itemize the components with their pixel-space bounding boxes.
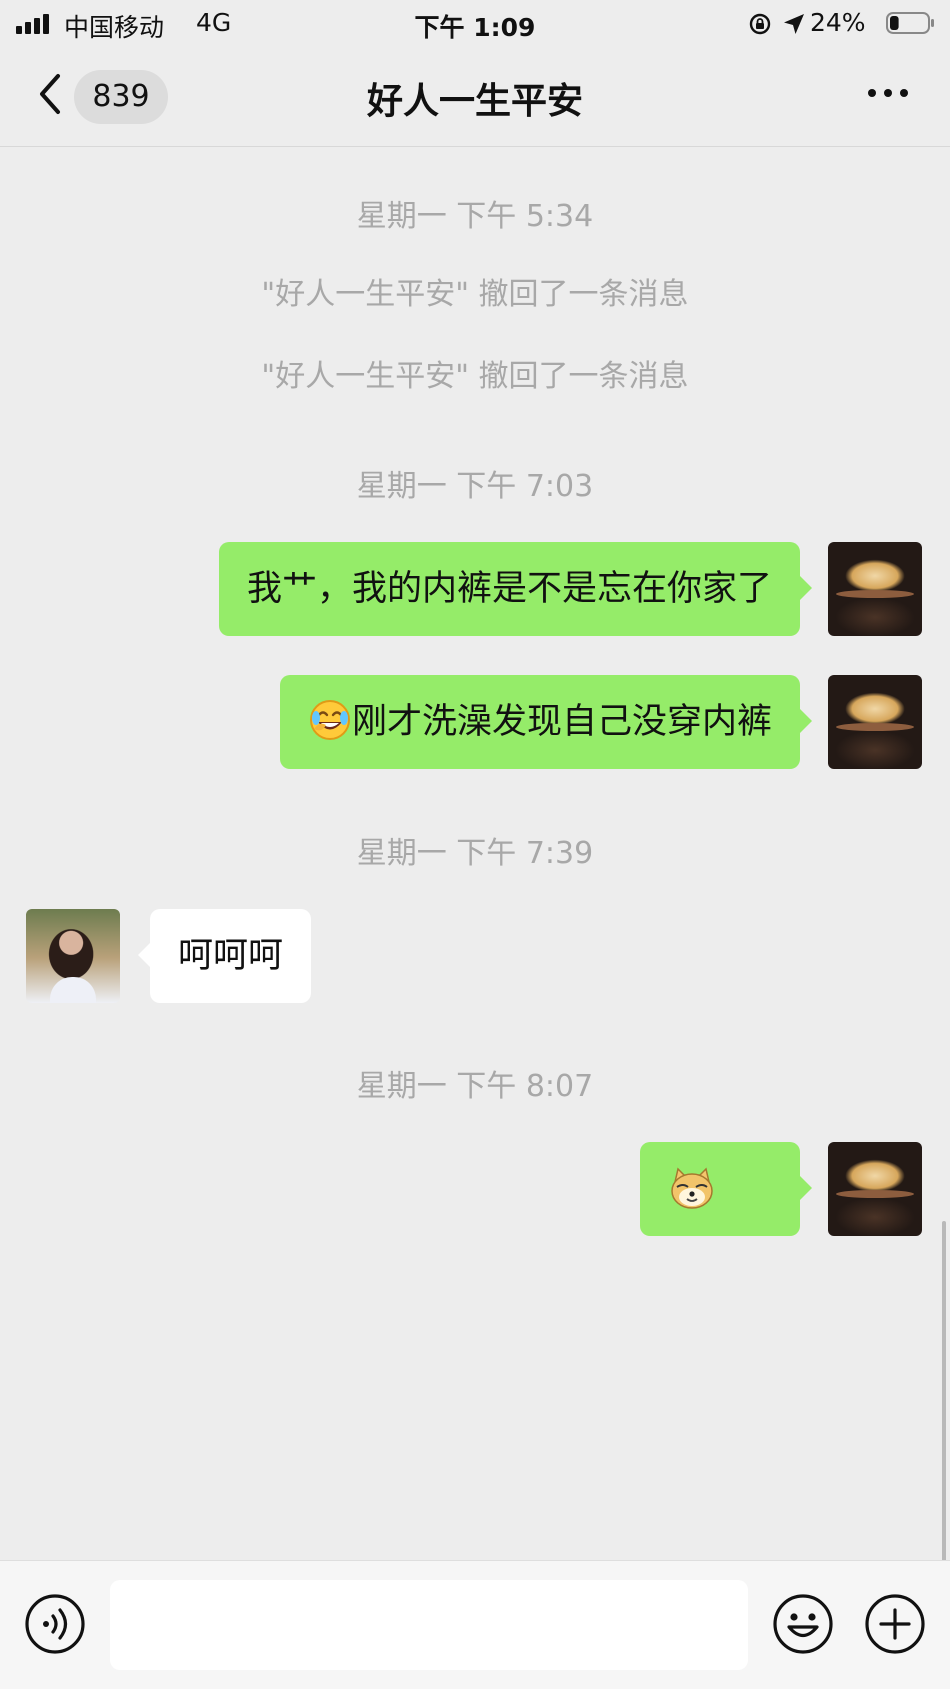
timestamp: 星期一 下午 8:07 <box>356 1069 594 1104</box>
doge-sticker-icon <box>671 1167 713 1209</box>
outgoing-message[interactable]: 我艹，我的内裤是不是忘在你家了 <box>218 542 813 636</box>
message-text: 刚才洗澡发现自己没穿内裤 <box>351 702 772 742</box>
timestamp: 星期一 下午 5:34 <box>356 199 594 234</box>
recall-notice: "好人一生平安" 撤回了一条消息 <box>261 277 689 312</box>
timestamp: 星期一 下午 7:39 <box>356 836 594 871</box>
timestamp: 星期一 下午 7:03 <box>356 469 594 504</box>
chat-title: 好人一生平安 <box>366 81 583 122</box>
message-text: 呵呵呵 <box>178 936 284 976</box>
wechat-chat-screen: 中国移动 4G 下午 1:09 24% 839 好人一生平安 星期一 下午 5:… <box>0 0 950 1689</box>
status-bar: 中国移动 4G 下午 1:09 24% <box>0 0 950 48</box>
message-text: 我艹，我的内裤是不是忘在你家了 <box>246 569 772 609</box>
emoji-face-icon[interactable] <box>772 1593 834 1655</box>
chat-nav-bar: 839 好人一生平安 <box>0 48 950 147</box>
outgoing-message[interactable]: 刚才洗澡发现自己没穿内裤 <box>279 675 813 769</box>
outgoing-sticker-message[interactable] <box>640 1142 812 1236</box>
message-list[interactable]: 星期一 下午 5:34 "好人一生平安" 撤回了一条消息 "好人一生平安" 撤回… <box>0 147 950 1689</box>
plus-icon[interactable] <box>864 1593 926 1655</box>
rotation-lock-icon <box>749 13 771 35</box>
message-input[interactable] <box>110 1580 748 1670</box>
my-avatar[interactable] <box>828 542 922 636</box>
incoming-message[interactable]: 呵呵呵 <box>137 909 312 1003</box>
my-avatar[interactable] <box>828 1142 922 1236</box>
recall-notice: "好人一生平安" 撤回了一条消息 <box>261 359 689 394</box>
location-arrow-icon <box>784 14 804 34</box>
battery-icon <box>886 12 934 34</box>
contact-avatar[interactable] <box>26 909 120 1003</box>
laughing-crying-emoji-icon <box>309 700 350 740</box>
battery-percent: 24% <box>810 8 866 37</box>
my-avatar[interactable] <box>828 675 922 769</box>
chat-input-bar <box>0 1560 950 1689</box>
more-icon[interactable] <box>866 86 910 100</box>
status-time: 下午 1:09 <box>414 13 536 42</box>
voice-icon[interactable] <box>24 1593 86 1655</box>
